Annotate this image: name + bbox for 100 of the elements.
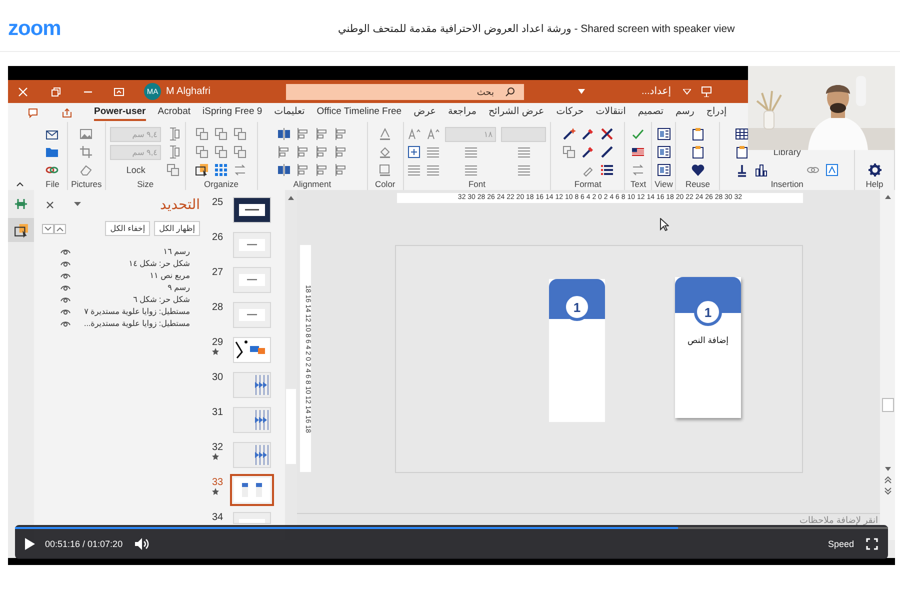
eye-icon[interactable] xyxy=(60,271,71,279)
align-icon[interactable] xyxy=(334,145,348,159)
dropdown-icon[interactable] xyxy=(74,202,81,207)
shapes-icon[interactable] xyxy=(195,127,210,141)
ribbon-tab[interactable]: iSpring Free 9 xyxy=(202,104,262,121)
eye-icon[interactable] xyxy=(60,247,71,255)
align-icon[interactable] xyxy=(314,145,329,159)
font-field[interactable] xyxy=(501,126,546,142)
align-icon[interactable] xyxy=(296,163,310,177)
align-icon[interactable] xyxy=(314,127,329,141)
flag-icon[interactable] xyxy=(631,145,646,159)
caret-icon[interactable] xyxy=(578,89,585,94)
text-lines-icon[interactable] xyxy=(426,145,440,159)
move-up-icon[interactable] xyxy=(54,224,66,234)
folder-icon[interactable] xyxy=(45,145,60,159)
close-icon[interactable] xyxy=(46,200,54,208)
wand-icon[interactable] xyxy=(562,127,576,141)
ribbon-tab[interactable]: Acrobat xyxy=(158,104,190,121)
ribbon-tab[interactable]: حركات xyxy=(556,104,584,121)
eye-icon[interactable] xyxy=(60,259,71,267)
text-frame-icon[interactable] xyxy=(824,163,839,177)
document-title[interactable]: إعداد... xyxy=(591,86,671,97)
spellcheck-icon[interactable] xyxy=(631,127,646,141)
scrollbar-thumb[interactable] xyxy=(286,389,296,464)
ribbon-tab[interactable]: إدراج xyxy=(706,104,727,121)
shapes-icon[interactable] xyxy=(214,145,228,159)
ribbon-tab[interactable]: Office Timeline Free xyxy=(316,104,402,121)
shapes-icon[interactable] xyxy=(166,163,180,177)
ribbon-tab[interactable]: عرض xyxy=(414,104,436,121)
text-box-icon[interactable] xyxy=(407,145,422,159)
align-icon[interactable] xyxy=(296,145,310,159)
outline-icon[interactable] xyxy=(378,163,392,177)
shapes-icon[interactable] xyxy=(214,127,228,141)
volume-icon[interactable] xyxy=(134,538,149,550)
list-icon[interactable] xyxy=(600,163,614,177)
window-icon[interactable] xyxy=(114,86,124,96)
shapes-icon[interactable] xyxy=(233,127,248,141)
align-icon[interactable] xyxy=(276,145,291,159)
clipboard-icon[interactable] xyxy=(690,145,705,159)
ribbon-button[interactable]: Lock xyxy=(126,165,146,175)
ribbon-tab[interactable]: رسم xyxy=(676,104,694,121)
layer-name[interactable]: مستطيل: زوايا علوية مستديرة... xyxy=(71,318,190,328)
clipboard-icon[interactable] xyxy=(735,145,750,159)
text-lines-icon[interactable] xyxy=(464,145,478,159)
pen-icon[interactable] xyxy=(600,145,614,159)
settings-icon[interactable] xyxy=(868,163,882,177)
pane-button[interactable]: إظهار الكل xyxy=(154,221,200,236)
eyedropper-icon[interactable] xyxy=(580,145,595,159)
panel-icon[interactable] xyxy=(656,127,671,141)
ribbon-tab[interactable]: تعليمات xyxy=(274,104,305,121)
align-icon[interactable] xyxy=(334,127,348,141)
align-icon[interactable] xyxy=(314,163,329,177)
eye-icon[interactable] xyxy=(60,319,71,327)
ribbon-tab[interactable]: انتقالات xyxy=(596,104,626,121)
play-icon[interactable] xyxy=(25,538,35,550)
align-icon[interactable] xyxy=(334,163,348,177)
layer-name[interactable]: رسم ١٦ xyxy=(71,246,190,256)
align-icon[interactable] xyxy=(276,127,291,141)
scrollbar-thumb[interactable] xyxy=(882,398,894,412)
eraser-icon[interactable] xyxy=(79,163,94,177)
layer-name[interactable]: مستطيل: زوايا علوية مستديرة ٧ xyxy=(71,306,190,316)
scroll-up-icon[interactable] xyxy=(287,194,295,202)
ribbon-tab[interactable]: مراجعة xyxy=(448,104,477,121)
shapes-icon[interactable] xyxy=(233,145,248,159)
text-color-icon[interactable] xyxy=(378,127,392,141)
timeline-icon[interactable] xyxy=(14,198,28,210)
selection-icon[interactable] xyxy=(195,163,210,177)
dropdown-icon[interactable] xyxy=(683,88,691,94)
text-lines-icon[interactable] xyxy=(426,163,440,177)
layer-name[interactable]: شكل حر: شكل ١٤ xyxy=(71,258,190,268)
ribbon-tab[interactable]: تصميم xyxy=(638,104,664,121)
fullscreen-icon[interactable] xyxy=(866,538,878,550)
card-text[interactable]: إضافة النص xyxy=(687,335,729,346)
text-lines-icon[interactable] xyxy=(516,163,531,177)
search-icon[interactable] xyxy=(505,86,515,96)
table-icon[interactable] xyxy=(735,127,750,141)
speed-button[interactable]: Speed xyxy=(828,539,854,549)
align-icon[interactable] xyxy=(276,163,291,177)
heart-icon[interactable] xyxy=(690,163,705,177)
text-lines-icon[interactable] xyxy=(407,163,422,177)
swap-icon[interactable] xyxy=(233,163,248,177)
scroll-up-icon[interactable] xyxy=(884,193,892,201)
font-size-icon[interactable] xyxy=(426,127,440,141)
slide-card[interactable]: 1 xyxy=(549,279,605,422)
fill-icon[interactable] xyxy=(378,145,392,159)
ribbon-tab[interactable]: عرض الشرائح xyxy=(488,104,544,121)
scroll-down-icon[interactable] xyxy=(884,465,892,473)
eye-icon[interactable] xyxy=(60,307,71,315)
move-down-icon[interactable] xyxy=(42,224,54,234)
panel-icon[interactable] xyxy=(656,163,671,177)
presentation-icon[interactable] xyxy=(701,86,712,97)
crop-icon[interactable] xyxy=(79,145,94,159)
share-icon[interactable] xyxy=(62,108,72,118)
next-slide-icon[interactable] xyxy=(884,487,892,495)
restore-icon[interactable] xyxy=(51,86,61,96)
panel-icon[interactable] xyxy=(656,145,671,159)
text-lines-icon[interactable] xyxy=(516,145,531,159)
pane-button[interactable]: إخفاء الكل xyxy=(105,221,150,236)
text-lines-icon[interactable] xyxy=(464,163,478,177)
comment-icon[interactable] xyxy=(28,108,38,118)
